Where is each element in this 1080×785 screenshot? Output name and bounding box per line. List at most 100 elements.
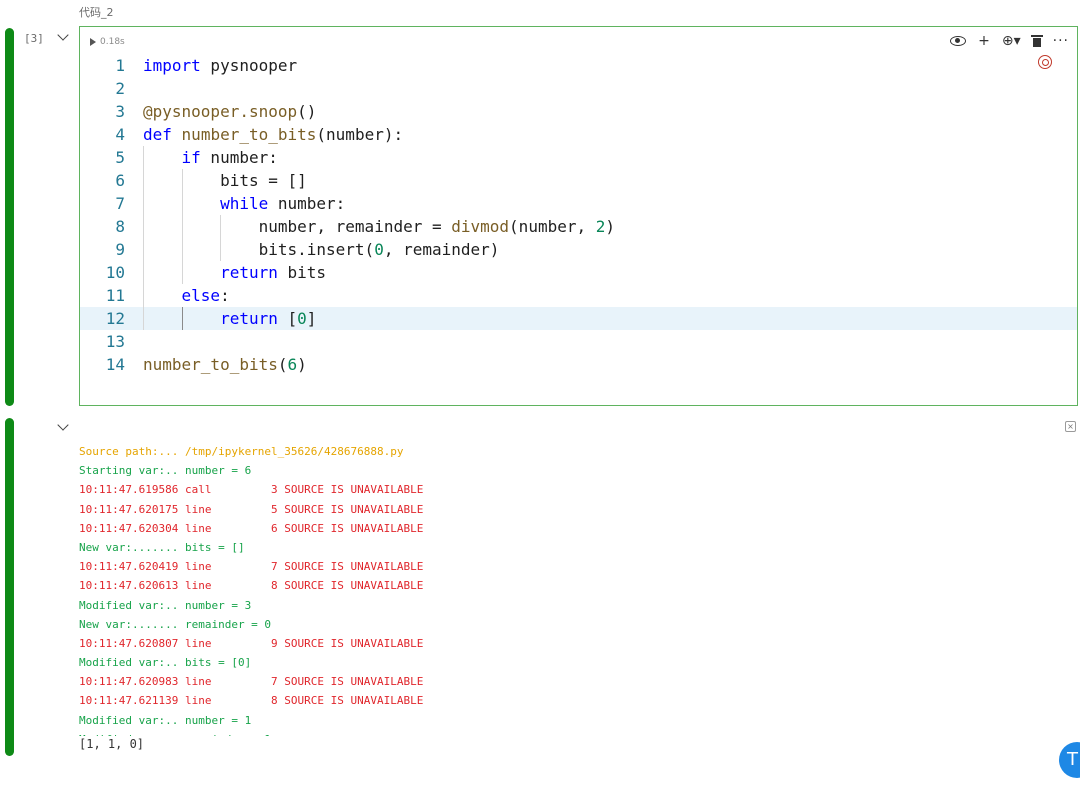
- code-text: bits = []: [143, 169, 307, 192]
- code-cell[interactable]: 0.18s + ⊕▾ ··· 1 import pysnooper 2 3 @pysno…: [79, 26, 1078, 406]
- code-line[interactable]: 4 def number_to_bits(number):: [80, 123, 1077, 146]
- code-token: divmod: [451, 217, 510, 236]
- output-line: 10:11:47.620807 line 9 SOURCE IS UNAVAIL…: [79, 636, 424, 650]
- code-line[interactable]: 3 @pysnooper.snoop(): [80, 100, 1077, 123]
- code-token: number_to_bits: [143, 355, 278, 374]
- collapse-output-chevron-icon[interactable]: [57, 419, 69, 431]
- output-line: Starting var:.. number = 6: [79, 464, 252, 478]
- code-line[interactable]: 14 number_to_bits(6): [80, 353, 1077, 376]
- code-token: if: [181, 148, 201, 167]
- code-token: 0: [297, 309, 307, 328]
- line-number: 1: [115, 56, 125, 75]
- run-cell-icon[interactable]: [90, 38, 96, 46]
- line-number: 13: [105, 332, 125, 351]
- code-token: bits.insert(: [143, 240, 375, 259]
- collapse-cell-chevron-icon[interactable]: [57, 29, 69, 41]
- line-number: 10: [105, 263, 125, 282]
- output-line: Modified var:.. bits = [0]: [79, 656, 252, 670]
- code-token: bits: [277, 263, 327, 282]
- split-cell-button[interactable]: ⊕▾: [1002, 33, 1021, 49]
- more-options-button[interactable]: ···: [1053, 33, 1069, 49]
- code-token: :: [220, 286, 230, 305]
- cell-status-bar[interactable]: [5, 28, 14, 406]
- code-token: (): [297, 102, 317, 121]
- output-line: 10:11:47.620304 line 6 SOURCE IS UNAVAIL…: [79, 521, 424, 535]
- line-number: 3: [115, 102, 125, 121]
- code-text: number_to_bits(6): [143, 353, 307, 376]
- line-number: 11: [105, 286, 125, 305]
- output-line: 10:11:47.620613 line 8 SOURCE IS UNAVAIL…: [79, 579, 424, 593]
- line-number: 12: [105, 309, 125, 328]
- code-line[interactable]: 10 return bits: [80, 261, 1077, 284]
- line-number: 8: [115, 217, 125, 236]
- code-token: (number):: [316, 125, 404, 144]
- code-text: def number_to_bits(number):: [143, 123, 403, 146]
- code-line[interactable]: 2: [80, 77, 1077, 100]
- output-line: 10:11:47.621139 line 8 SOURCE IS UNAVAIL…: [79, 694, 424, 708]
- code-line[interactable]: 6 bits = []: [80, 169, 1077, 192]
- add-cell-button[interactable]: +: [978, 33, 990, 49]
- code-line[interactable]: 11 else:: [80, 284, 1077, 307]
- output-line: 10:11:47.619586 call 3 SOURCE IS UNAVAIL…: [79, 483, 424, 497]
- code-token: import: [143, 56, 201, 75]
- line-number: 4: [115, 125, 125, 144]
- output-line: 10:11:47.620983 line 7 SOURCE IS UNAVAIL…: [79, 675, 424, 689]
- output-status-bar[interactable]: [5, 418, 14, 756]
- code-token: return: [220, 309, 278, 328]
- code-line[interactable]: 13: [80, 330, 1077, 353]
- line-number: 9: [115, 240, 125, 259]
- code-line[interactable]: 8 number, remainder = divmod(number, 2): [80, 215, 1077, 238]
- line-number: 6: [115, 171, 125, 190]
- code-line[interactable]: 9 bits.insert(0, remainder): [80, 238, 1077, 261]
- code-text: number, remainder = divmod(number, 2): [143, 215, 615, 238]
- line-number: 14: [105, 355, 125, 374]
- code-token: return: [220, 263, 278, 282]
- code-line[interactable]: 1 import pysnooper: [80, 54, 1077, 77]
- code-token: pysnooper: [200, 56, 298, 75]
- code-token: else: [181, 286, 221, 305]
- output-line: 10:11:47.620419 line 7 SOURCE IS UNAVAIL…: [79, 560, 424, 574]
- cell-title: 代码_2: [79, 6, 114, 19]
- output-line: New var:....... remainder = 0: [79, 617, 272, 631]
- line-number: 5: [115, 148, 125, 167]
- code-line[interactable]: 5 if number:: [80, 146, 1077, 169]
- output-line: Source path:... /tmp/ipykernel_35626/428…: [79, 445, 404, 458]
- code-token: ): [605, 217, 616, 236]
- preview-button[interactable]: [950, 33, 967, 49]
- code-token: bits = []: [143, 171, 307, 190]
- cell-result: [1, 1, 0]: [79, 737, 145, 751]
- run-status[interactable]: 0.18s: [90, 37, 125, 47]
- code-line[interactable]: 7 while number:: [80, 192, 1077, 215]
- code-token: ]: [306, 309, 317, 328]
- code-token: [: [277, 309, 298, 328]
- code-token: 0: [374, 240, 384, 259]
- code-editor[interactable]: 1 import pysnooper 2 3 @pysnooper.snoop() 4 de…: [80, 54, 1077, 376]
- code-token: (number,: [509, 217, 596, 236]
- trash-icon: [1030, 35, 1043, 47]
- code-text: while number:: [143, 192, 345, 215]
- code-token: @pysnooper.snoop: [143, 102, 298, 121]
- clear-output-icon[interactable]: ×: [1065, 421, 1076, 432]
- execution-count: [3]: [24, 32, 44, 45]
- delete-cell-button[interactable]: [1030, 33, 1043, 49]
- code-text: else:: [143, 284, 230, 307]
- cell-output: Source path:... /tmp/ipykernel_35626/428…: [79, 442, 1059, 736]
- eye-icon: [950, 36, 967, 46]
- code-text: if number:: [143, 146, 278, 169]
- code-token: ): [297, 355, 307, 374]
- run-time: 0.18s: [100, 37, 125, 47]
- line-number: 2: [115, 79, 125, 98]
- output-line: 10:11:47.620175 line 5 SOURCE IS UNAVAIL…: [79, 502, 424, 516]
- output-line: Modified var:.. remainder = 1: [79, 730, 1059, 736]
- scroll-to-top-button[interactable]: T: [1059, 742, 1080, 778]
- code-token: def: [143, 125, 172, 144]
- code-line[interactable]: 12 return [0]: [80, 307, 1077, 330]
- code-token: number, remainder =: [143, 217, 452, 236]
- cell-toolbar: + ⊕▾ ···: [950, 33, 1069, 49]
- line-number: 7: [115, 194, 125, 213]
